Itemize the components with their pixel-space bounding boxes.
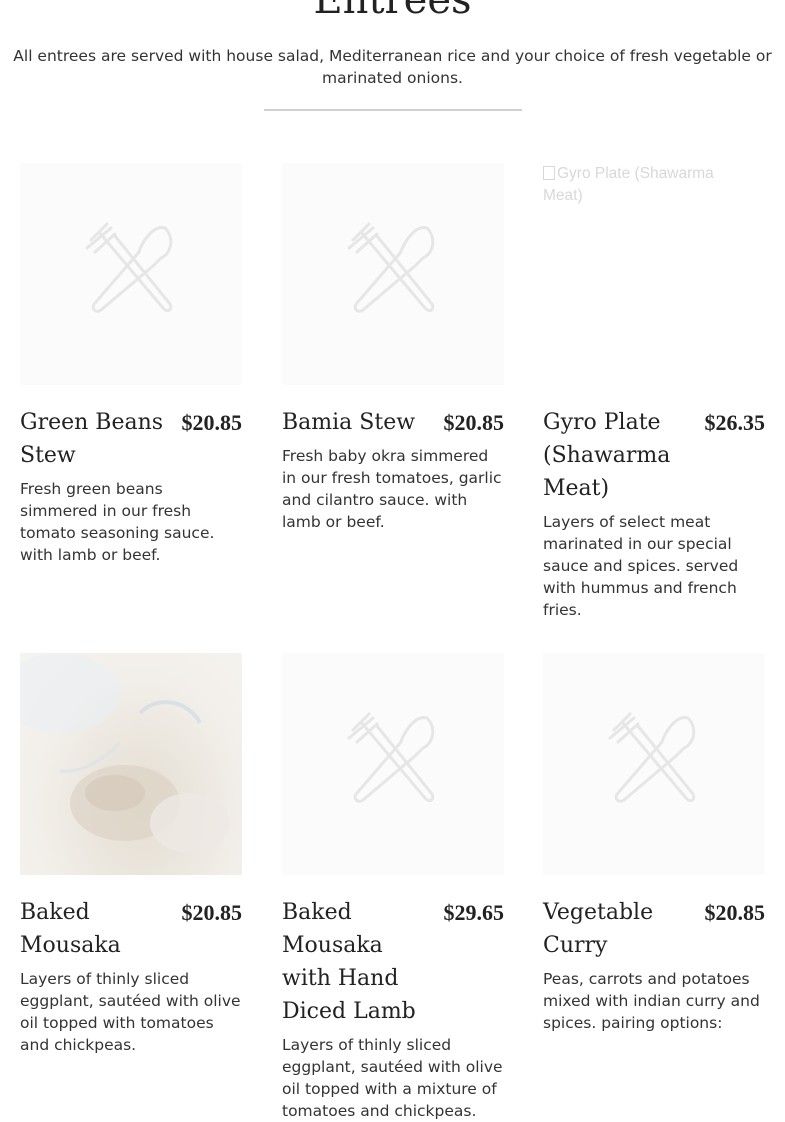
menu-item-card[interactable]: Baked Mousaka with Hand Diced Lamb $29.6… bbox=[282, 653, 504, 1122]
menu-item-name: Bamia Stew bbox=[282, 410, 416, 435]
menu-item-name: Vegetable Curry bbox=[543, 900, 654, 958]
menu-item-description: Layers of select meat marinated in our s… bbox=[543, 513, 739, 619]
menu-item-name: Baked Mousaka with Hand Diced Lamb bbox=[282, 900, 416, 1024]
image-alt-text: Gyro Plate (Shawarma Meat) bbox=[543, 165, 714, 204]
menu-item-price: $29.65 bbox=[443, 900, 505, 925]
menu-item-image[interactable]: Gyro Plate (Shawarma Meat) bbox=[543, 163, 765, 385]
section-title: Entrees bbox=[313, 0, 472, 23]
menu-item-name: Baked Mousaka bbox=[20, 900, 121, 958]
menu-item-card[interactable]: Baked Mousaka $20.85 Layers of thinly sl… bbox=[20, 653, 242, 1056]
menu-item-card[interactable]: Vegetable Curry $20.85 Peas, carrots and… bbox=[543, 653, 765, 1034]
menu-item-price: $20.85 bbox=[704, 900, 766, 925]
menu-item-card[interactable]: Bamia Stew $20.85 Fresh baby okra simmer… bbox=[282, 163, 504, 533]
cutlery-icon bbox=[347, 222, 435, 313]
menu-item-description: Fresh baby okra simmered in our fresh to… bbox=[282, 447, 502, 531]
cutlery-icon bbox=[85, 222, 173, 313]
menu-item-image-placeholder[interactable] bbox=[20, 163, 242, 385]
menu-item-card[interactable]: Green Beans Stew $20.85 Fresh green bean… bbox=[20, 163, 242, 566]
cutlery-icon bbox=[608, 712, 696, 803]
cutlery-icon bbox=[347, 712, 435, 803]
menu-item-price: $20.85 bbox=[443, 410, 505, 435]
section-subtitle: All entrees are served with house salad,… bbox=[13, 47, 772, 87]
broken-image-icon bbox=[543, 166, 555, 180]
menu-item-description: Layers of thinly sliced eggplant, sautée… bbox=[282, 1036, 503, 1120]
menu-item-photo[interactable] bbox=[20, 653, 242, 875]
menu-item-image-placeholder[interactable] bbox=[282, 163, 504, 385]
menu-item-name: Green Beans Stew bbox=[20, 410, 164, 468]
section-divider bbox=[264, 109, 522, 111]
menu-item-price: $20.85 bbox=[181, 900, 243, 925]
menu-item-description: Fresh green beans simmered in our fresh … bbox=[20, 480, 215, 564]
menu-item-price: $20.85 bbox=[181, 410, 243, 435]
menu-item-price: $26.35 bbox=[704, 410, 766, 435]
food-photo-image bbox=[20, 653, 230, 853]
menu-item-image-placeholder[interactable] bbox=[282, 653, 504, 875]
menu-item-description: Peas, carrots and potatoes mixed with in… bbox=[543, 970, 760, 1032]
menu-item-description: Layers of thinly sliced eggplant, sautée… bbox=[20, 970, 241, 1054]
menu-item-card[interactable]: Gyro Plate (Shawarma Meat) Gyro Plate (S… bbox=[543, 163, 765, 621]
menu-item-image-placeholder[interactable] bbox=[543, 653, 765, 875]
menu-item-name: Gyro Plate (Shawarma Meat) bbox=[543, 410, 671, 501]
